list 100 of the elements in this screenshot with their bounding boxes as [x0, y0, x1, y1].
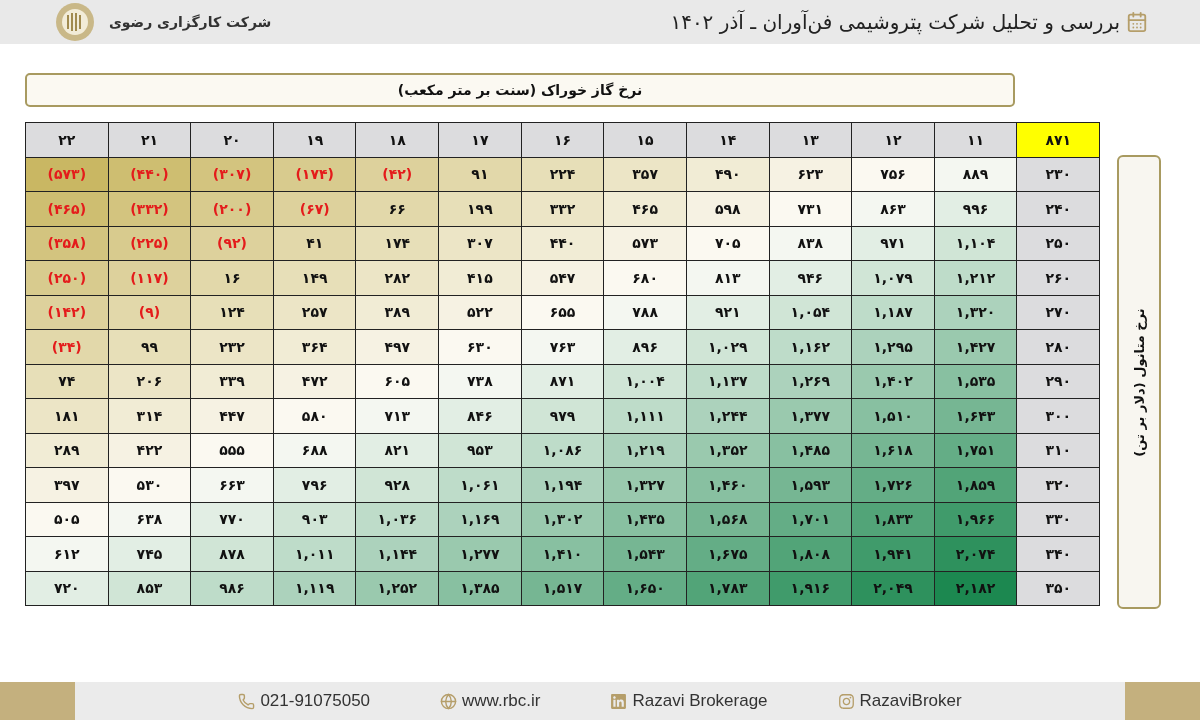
table-cell: ۴۲۲: [108, 433, 191, 467]
column-header: ۲۲: [26, 123, 108, 157]
instagram-icon: [837, 692, 855, 710]
table-cell: ۱,۰۳۶: [356, 502, 439, 536]
table-cell: ۲۳۲: [191, 330, 273, 364]
table-cell: ۵۰۵: [26, 502, 108, 536]
table-cell: ۲۰۶: [108, 364, 191, 398]
row-header: ۲۳۰: [1017, 157, 1099, 191]
table-cell: ۴۱۵: [439, 261, 521, 295]
globe-icon: [440, 692, 458, 710]
table-cell: ۶۱۲: [26, 537, 108, 571]
table-cell: ۱,۸۵۹: [934, 468, 1017, 502]
table-cell: ۴۱: [273, 226, 356, 260]
table-cell: (۴۲): [356, 157, 439, 191]
table-cell: ۳۰۷: [439, 226, 521, 260]
table-cell: ۱,۱۶۹: [439, 502, 521, 536]
table-cell: ۶۵۵: [521, 295, 604, 329]
row-header: ۲۹۰: [1017, 364, 1099, 398]
footer-text: www.rbc.ir: [462, 691, 541, 711]
table-cell: ۷۴۵: [108, 537, 191, 571]
table-cell: ۱,۳۸۵: [439, 571, 521, 605]
table-cell: ۸۸۹: [934, 157, 1017, 191]
table-cell: ۱۸۱: [26, 399, 108, 433]
table-cell: ۲۸۹: [26, 433, 108, 467]
table-cell: ۳۸۹: [356, 295, 439, 329]
table-cell: ۴۹۷: [356, 330, 439, 364]
table-cell: ۶۰۵: [356, 364, 439, 398]
table-cell: ۶۳۰: [439, 330, 521, 364]
table-cell: ۹۱: [439, 157, 521, 191]
table-cell: ۱,۹۱۶: [769, 571, 852, 605]
table-cell: ۹۰۳: [273, 502, 356, 536]
table-cell: ۳۳۲: [521, 192, 604, 226]
table-cell: ۹۷۱: [852, 226, 934, 260]
table-cell: ۱,۱۸۷: [852, 295, 934, 329]
footer-text: RazaviBroker: [859, 691, 962, 711]
footer-text: 021-91075050: [260, 691, 371, 711]
table-cell: ۷۸۸: [604, 295, 686, 329]
table-cell: ۶۶۳: [191, 468, 273, 502]
row-header: ۳۴۰: [1017, 537, 1099, 571]
table-cell: ۷۱۳: [356, 399, 439, 433]
table-cell: ۵۲۲: [439, 295, 521, 329]
table-cell: (۹): [108, 295, 191, 329]
table-title: نرخ گاز خوراک (سنت بر متر مکعب): [25, 73, 1015, 107]
row-header: ۲۵۰: [1017, 226, 1099, 260]
table-cell: ۱۲۴: [191, 295, 273, 329]
table-cell: ۸۲۱: [356, 433, 439, 467]
table-cell: ۳۵۷: [604, 157, 686, 191]
table-cell: ۸۶۳: [852, 192, 934, 226]
table-cell: ۶۸۰: [604, 261, 686, 295]
table-cell: ۱,۴۰۲: [852, 364, 934, 398]
table-cell: ۹۸۶: [191, 571, 273, 605]
table-cell: ۶۳۸: [108, 502, 191, 536]
column-header: ۱۴: [686, 123, 769, 157]
table-cell: ۸۷۱: [521, 364, 604, 398]
table-cell: ۴۷۲: [273, 364, 356, 398]
table-cell: ۷۰۵: [686, 226, 769, 260]
column-header: ۱۱: [934, 123, 1017, 157]
table-cell: ۱,۹۶۶: [934, 502, 1017, 536]
table-cell: ۹۹: [108, 330, 191, 364]
table-cell: ۱,۲۱۹: [604, 433, 686, 467]
table-cell: ۱,۸۰۸: [769, 537, 852, 571]
table-cell: ۳۹۷: [26, 468, 108, 502]
table-cell: ۱,۵۳۵: [934, 364, 1017, 398]
table-cell: ۱,۷۰۱: [769, 502, 852, 536]
column-header: ۱۶: [521, 123, 604, 157]
phone-icon: [238, 692, 256, 710]
table-cell: ۱,۴۱۰: [521, 537, 604, 571]
table-cell: ۱,۳۲۰: [934, 295, 1017, 329]
table-cell: ۱,۱۹۴: [521, 468, 604, 502]
table-cell: ۱,۴۸۵: [769, 433, 852, 467]
table-cell: (۱۱۷): [108, 261, 191, 295]
table-cell: ۱,۳۵۲: [686, 433, 769, 467]
table-cell: ۴۹۰: [686, 157, 769, 191]
column-header: ۱۹: [273, 123, 356, 157]
table-cell: ۲۸۲: [356, 261, 439, 295]
column-header: ۲۱: [108, 123, 191, 157]
table-cell: ۱,۰۶۱: [439, 468, 521, 502]
logo-icon: [55, 2, 95, 42]
table-cell: ۷۲۰: [26, 571, 108, 605]
table-cell: (۵۷۳): [26, 157, 108, 191]
column-header: ۱۸: [356, 123, 439, 157]
table-cell: ۱,۱۴۴: [356, 537, 439, 571]
table-cell: ۵۳۰: [108, 468, 191, 502]
table-cell: ۱,۴۶۰: [686, 468, 769, 502]
table-cell: ۱,۱۱۹: [273, 571, 356, 605]
table-cell: ۱,۱۶۲: [769, 330, 852, 364]
table-cell: ۷۴: [26, 364, 108, 398]
table-cell: ۵۹۸: [686, 192, 769, 226]
table-cell: (۲۵۰): [26, 261, 108, 295]
table-cell: (۳۰۷): [191, 157, 273, 191]
table-cell: ۱,۵۱۰: [852, 399, 934, 433]
table-cell: ۳۱۴: [108, 399, 191, 433]
table-cell: ۴۴۷: [191, 399, 273, 433]
table-cell: ۱۴۹: [273, 261, 356, 295]
linkedin-icon: [610, 692, 628, 710]
table-cell: ۸۱۳: [686, 261, 769, 295]
table-cell: ۱,۲۹۵: [852, 330, 934, 364]
table-cell: ۲۵۷: [273, 295, 356, 329]
table-cell: ۹۲۸: [356, 468, 439, 502]
table-cell: ۱,۷۸۳: [686, 571, 769, 605]
